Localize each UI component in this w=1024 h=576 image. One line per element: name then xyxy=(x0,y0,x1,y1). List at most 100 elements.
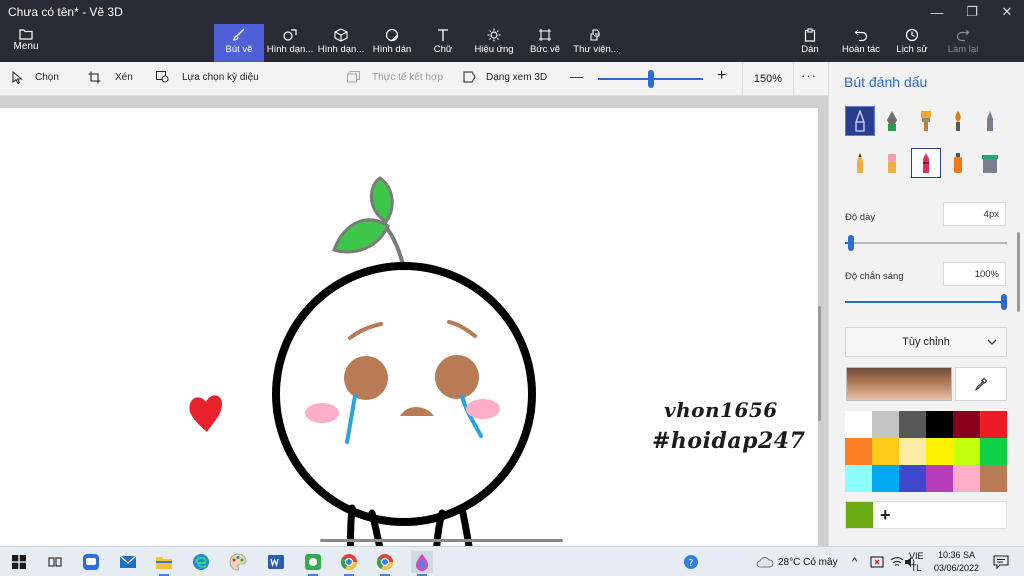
zoom-in-button[interactable]: + xyxy=(717,67,726,85)
taskbar-mail[interactable] xyxy=(117,551,139,573)
brush-calligraphy-pen[interactable] xyxy=(877,106,907,136)
brush-fill-bucket[interactable] xyxy=(975,148,1005,178)
tab-2d-shapes[interactable]: Hình dạn... xyxy=(266,24,314,62)
thickness-input[interactable]: 4px xyxy=(943,202,1006,226)
redo-button[interactable]: Làm lại xyxy=(943,24,983,62)
zoom-slider-thumb[interactable] xyxy=(648,70,654,88)
close-button[interactable]: ✕ xyxy=(990,0,1024,24)
help-tray-icon[interactable]: ? xyxy=(683,547,699,576)
taskbar-zalo[interactable] xyxy=(80,551,102,573)
palette-swatch[interactable] xyxy=(926,411,953,438)
canvas-vertical-scrollbar[interactable] xyxy=(818,306,821,421)
brush-watercolor[interactable] xyxy=(943,106,973,136)
drawing-canvas[interactable]: vhon1656 #hoidap247 xyxy=(0,108,818,546)
eyedropper-button[interactable] xyxy=(955,367,1007,401)
tab-brushes[interactable]: Bút vẽ xyxy=(214,24,264,62)
thickness-slider[interactable] xyxy=(845,235,1007,251)
taskbar-chrome-2[interactable] xyxy=(374,551,396,576)
opacity-input[interactable]: 100% xyxy=(943,262,1006,286)
finish-dropdown[interactable]: Tùy chỉnh xyxy=(845,327,1007,357)
select-button[interactable]: Chọn xyxy=(12,71,59,84)
system-clock[interactable]: 10:36 SA 03/06/2022 xyxy=(934,549,979,575)
keyboard-layout: TL xyxy=(911,563,922,573)
palette-swatch[interactable] xyxy=(953,438,980,465)
paint-palette-icon xyxy=(229,553,247,571)
taskbar-paint[interactable] xyxy=(227,551,249,573)
palette-swatch[interactable] xyxy=(872,411,899,438)
paste-button[interactable]: Dán xyxy=(794,24,826,62)
thickness-slider-thumb[interactable] xyxy=(848,235,854,251)
task-view-button[interactable] xyxy=(44,551,66,573)
menu-button[interactable]: Menu xyxy=(6,26,46,60)
brush-eraser[interactable] xyxy=(877,148,907,178)
tab-canvas[interactable]: Bức vẽ xyxy=(523,24,567,62)
palette-swatch[interactable] xyxy=(980,465,1007,492)
taskbar-paint3d[interactable] xyxy=(411,551,433,576)
eraser-icon xyxy=(888,154,896,173)
opacity-slider[interactable] xyxy=(845,294,1007,310)
opacity-slider-thumb[interactable] xyxy=(1001,294,1007,310)
palette-swatch[interactable] xyxy=(899,411,926,438)
tab-text-label: Chữ xyxy=(433,44,453,55)
history-button[interactable]: Lịch sử xyxy=(893,24,931,62)
palette-swatch[interactable] xyxy=(980,411,1007,438)
brush-crayon[interactable] xyxy=(911,148,941,178)
weather-widget[interactable]: 28°C Có mây xyxy=(756,547,838,576)
custom-color-swatch[interactable] xyxy=(846,502,873,528)
start-button[interactable] xyxy=(8,551,30,573)
language-indicator[interactable]: VIE TL xyxy=(909,550,924,574)
palette-swatch[interactable] xyxy=(845,438,872,465)
add-color-button[interactable]: + xyxy=(880,505,891,526)
brush-spray-can[interactable] xyxy=(943,148,973,178)
security-tray-icon[interactable] xyxy=(870,547,884,576)
tab-brushes-label: Bút vẽ xyxy=(225,44,253,55)
taskbar-chrome-1[interactable] xyxy=(338,551,360,576)
canvas-viewport[interactable]: vhon1656 #hoidap247 xyxy=(0,96,828,546)
tab-3d-library[interactable]: Thư viện... xyxy=(572,24,620,62)
brush-pencil[interactable] xyxy=(845,148,875,178)
taskbar-word[interactable] xyxy=(265,551,287,573)
view-3d-button[interactable]: Dạng xem 3D xyxy=(463,71,547,83)
left-leaf xyxy=(332,218,390,254)
taskbar-edge[interactable] xyxy=(190,551,212,573)
notification-center-button[interactable] xyxy=(993,547,1009,576)
canvas-horizontal-scrollbar[interactable] xyxy=(320,539,563,542)
palette-swatch[interactable] xyxy=(926,438,953,465)
palette-swatch[interactable] xyxy=(872,438,899,465)
taskbar-file-explorer[interactable] xyxy=(153,551,175,576)
mixed-reality-button[interactable]: Thực tế kết hợp xyxy=(347,71,443,83)
current-color-swatch[interactable] xyxy=(846,367,952,401)
opacity-slider-fill xyxy=(845,301,1007,303)
palette-swatch[interactable] xyxy=(980,438,1007,465)
more-options-button[interactable]: ··· xyxy=(801,68,817,83)
panel-scrollbar[interactable] xyxy=(1017,232,1020,312)
select-label: Chọn xyxy=(35,72,59,83)
palette-swatch[interactable] xyxy=(872,465,899,492)
undo-button[interactable]: Hoàn tác xyxy=(838,24,884,62)
palette-swatch[interactable] xyxy=(845,411,872,438)
palette-swatch[interactable] xyxy=(953,411,980,438)
tab-stickers[interactable]: Hình dán xyxy=(368,24,416,62)
zoom-level[interactable]: 150% xyxy=(742,62,794,96)
tab-3d-shapes[interactable]: Hình dạn... xyxy=(317,24,365,62)
show-hidden-icons[interactable]: ^ xyxy=(852,547,857,576)
brush-pixel-pen[interactable] xyxy=(975,106,1005,136)
minimize-button[interactable]: — xyxy=(920,0,954,24)
brush-oil[interactable] xyxy=(911,106,941,136)
tab-effects[interactable]: Hiệu ứng xyxy=(470,24,518,62)
palette-swatch[interactable] xyxy=(899,465,926,492)
palette-swatch[interactable] xyxy=(953,465,980,492)
left-eye xyxy=(344,356,388,400)
crop-button[interactable]: Xén xyxy=(88,71,133,84)
zoom-out-button[interactable]: — xyxy=(570,69,583,84)
magic-select-button[interactable]: Lựa chọn kỳ diệu xyxy=(156,71,259,83)
undo-icon xyxy=(854,29,868,42)
wifi-tray-icon[interactable] xyxy=(890,547,904,576)
brush-marker[interactable] xyxy=(845,106,875,136)
palette-swatch[interactable] xyxy=(899,438,926,465)
taskbar-app-green[interactable] xyxy=(302,551,324,576)
maximize-button[interactable]: ❐ xyxy=(955,0,989,24)
palette-swatch[interactable] xyxy=(926,465,953,492)
palette-swatch[interactable] xyxy=(845,465,872,492)
tab-text[interactable]: Chữ xyxy=(423,24,463,62)
